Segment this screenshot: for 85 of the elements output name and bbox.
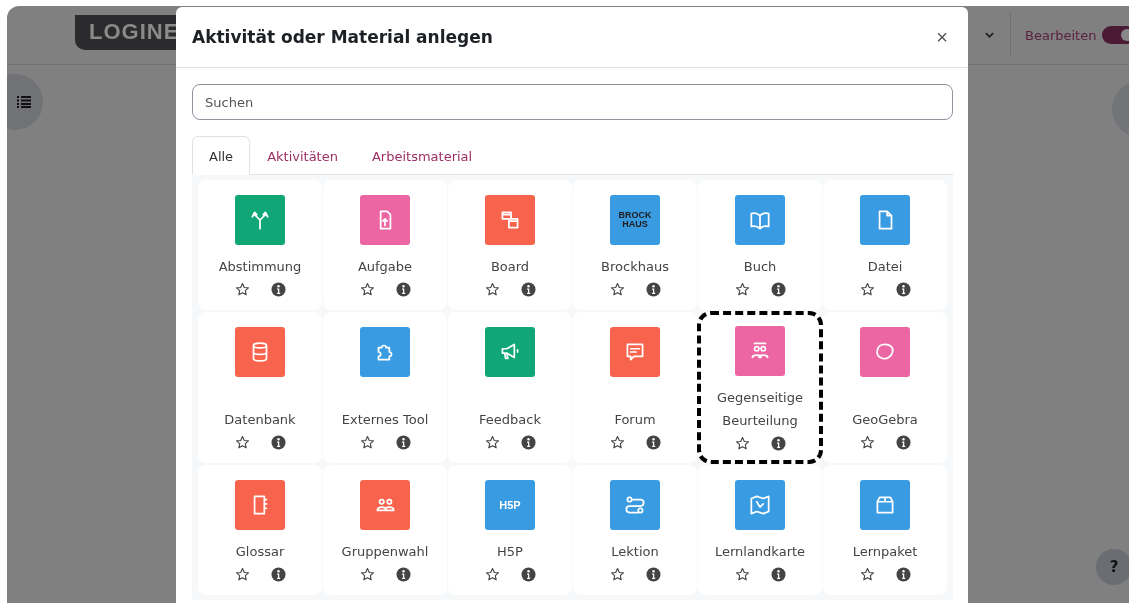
info-icon[interactable] — [895, 282, 911, 297]
activity-card[interactable]: Gegenseitige Beurteilung — [697, 311, 823, 464]
info-icon[interactable] — [645, 282, 661, 297]
activity-card[interactable]: Lernpaket — [823, 465, 947, 595]
activity-card[interactable]: Aufgabe — [323, 180, 447, 310]
activity-card[interactable]: Datenbank — [198, 312, 322, 463]
info-icon[interactable] — [270, 567, 286, 582]
activity-card[interactable]: Lernlandkarte — [698, 465, 822, 595]
info-icon[interactable] — [270, 435, 286, 450]
info-icon[interactable] — [520, 567, 536, 582]
activity-name: Gegenseitige Beurteilung — [716, 389, 804, 430]
star-icon[interactable] — [859, 567, 875, 582]
star-icon[interactable] — [359, 435, 375, 450]
activity-name: Gruppenwahl — [341, 543, 429, 561]
list-icon — [17, 96, 31, 108]
dialog-title: Aktivität oder Material anlegen — [192, 27, 493, 47]
star-icon[interactable] — [859, 435, 875, 450]
activity-card[interactable]: Datei — [823, 180, 947, 310]
activity-name: Lernlandkarte — [714, 543, 806, 561]
activity-card[interactable]: GeoGebra — [823, 312, 947, 463]
star-icon[interactable] — [734, 436, 750, 451]
activity-name: Buch — [743, 258, 777, 276]
activity-card[interactable]: Feedback — [448, 312, 572, 463]
activity-name: Externes Tool — [341, 411, 429, 429]
activity-card[interactable]: BROCK HAUS Brockhaus — [573, 180, 697, 310]
activity-name: Glossar — [235, 543, 285, 561]
info-icon[interactable] — [520, 282, 536, 297]
activity-card[interactable]: Lektion — [573, 465, 697, 595]
tab[interactable]: Aktivitäten — [250, 136, 355, 175]
activity-card[interactable]: Buch — [698, 180, 822, 310]
star-icon[interactable] — [234, 435, 250, 450]
activity-icon: BROCK HAUS — [610, 195, 660, 245]
info-icon[interactable] — [270, 282, 286, 297]
star-icon[interactable] — [484, 282, 500, 297]
info-icon[interactable] — [645, 567, 661, 582]
star-icon[interactable] — [484, 435, 500, 450]
info-icon[interactable] — [770, 567, 786, 582]
info-icon[interactable] — [520, 435, 536, 450]
activity-card[interactable]: Abstimmung — [198, 180, 322, 310]
activity-card[interactable]: Glossar — [198, 465, 322, 595]
help-button[interactable]: ? — [1096, 549, 1129, 585]
activity-card[interactable]: Forum — [573, 312, 697, 463]
edit-mode-label: Bearbeiten — [1025, 27, 1097, 43]
activity-name: Lernpaket — [852, 543, 918, 561]
activity-card[interactable]: H5P H5P — [448, 465, 572, 595]
star-icon[interactable] — [359, 282, 375, 297]
star-icon[interactable] — [234, 567, 250, 582]
search-field[interactable]: Suchen — [192, 84, 953, 120]
activity-name: GeoGebra — [852, 411, 918, 429]
chevron-down-icon[interactable] — [985, 32, 994, 38]
info-icon[interactable] — [770, 282, 786, 297]
activity-name: Lektion — [611, 543, 659, 561]
activity-name: Abstimmung — [218, 258, 302, 276]
info-icon[interactable] — [395, 567, 411, 582]
close-button[interactable]: × — [932, 25, 952, 49]
star-icon[interactable] — [859, 282, 875, 297]
activity-name: H5P — [497, 543, 523, 561]
star-icon[interactable] — [734, 567, 750, 582]
tab[interactable]: Arbeitsmaterial — [354, 136, 490, 175]
activity-card[interactable]: Gruppenwahl — [323, 465, 447, 595]
activity-name: Feedback — [479, 411, 541, 429]
activity-name: Aufgabe — [357, 258, 413, 276]
activity-card[interactable]: Externes Tool — [323, 312, 447, 463]
star-icon[interactable] — [734, 282, 750, 297]
info-icon[interactable] — [770, 436, 786, 451]
activity-card[interactable]: Board — [448, 180, 572, 310]
star-icon[interactable] — [609, 282, 625, 297]
star-icon[interactable] — [609, 435, 625, 450]
star-icon[interactable] — [484, 567, 500, 582]
info-icon[interactable] — [645, 435, 661, 450]
activity-name: Forum — [614, 411, 656, 429]
activity-name: Datenbank — [224, 411, 296, 429]
tab[interactable]: Alle — [192, 136, 251, 175]
info-icon[interactable] — [395, 282, 411, 297]
star-icon[interactable] — [359, 567, 375, 582]
activity-icon: H5P — [485, 480, 535, 530]
star-icon[interactable] — [234, 282, 250, 297]
activity-name: Datei — [867, 258, 903, 276]
info-icon[interactable] — [895, 435, 911, 450]
activity-name: Board — [490, 258, 530, 276]
star-icon[interactable] — [609, 567, 625, 582]
edit-mode-toggle[interactable] — [1102, 26, 1129, 44]
info-icon[interactable] — [895, 567, 911, 582]
activity-name: Brockhaus — [601, 258, 669, 276]
info-icon[interactable] — [395, 435, 411, 450]
